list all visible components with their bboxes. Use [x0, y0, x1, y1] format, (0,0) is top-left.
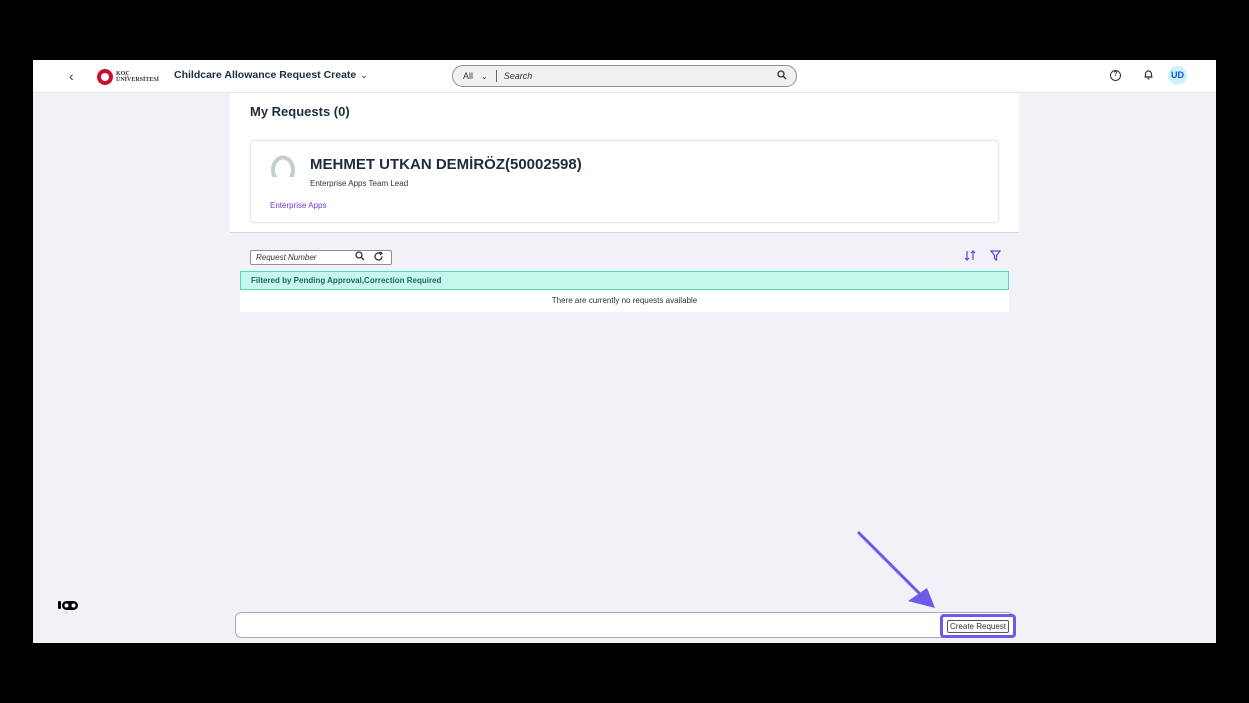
search-scope-label: All	[463, 71, 474, 81]
create-request-label: Create Request	[946, 619, 1010, 633]
search-icon[interactable]	[772, 69, 792, 83]
help-icon[interactable]: ?	[1110, 70, 1121, 81]
list-toolbar	[250, 250, 1009, 270]
employee-role: Enterprise Apps Team Lead	[310, 179, 409, 188]
employee-name: MEHMET UTKAN DEMİRÖZ(50002598)	[310, 156, 582, 173]
logo-mark-icon	[97, 69, 113, 85]
user-avatar[interactable]: UD	[1168, 66, 1187, 85]
search-scope-select[interactable]: All ⌄	[453, 71, 488, 81]
employee-department-link[interactable]: Enterprise Apps	[270, 201, 326, 210]
chevron-down-icon: ⌄	[360, 70, 368, 80]
employee-card: MEHMET UTKAN DEMİRÖZ(50002598) Enterpris…	[250, 140, 999, 223]
empty-list-message: There are currently no requests availabl…	[240, 290, 1009, 312]
logo-line2: ÜNİVERSİTESİ	[116, 77, 160, 83]
assistant-toggle-icon[interactable]	[56, 600, 80, 614]
chevron-down-icon: ⌄	[481, 71, 488, 81]
notification-bell-icon[interactable]	[1143, 69, 1154, 83]
sort-icon[interactable]	[964, 250, 976, 264]
filter-icon[interactable]	[989, 250, 1002, 264]
request-number-input[interactable]	[251, 253, 351, 262]
page-title: My Requests (0)	[250, 104, 350, 119]
search-input[interactable]	[496, 71, 772, 81]
company-logo[interactable]: KOÇ ÜNİVERSİTESİ	[97, 68, 159, 86]
refresh-icon[interactable]	[369, 250, 387, 265]
shell-bar: ‹ KOÇ ÜNİVERSİTESİ Childcare Allowance R…	[33, 60, 1216, 93]
back-button[interactable]: ‹	[69, 69, 83, 83]
request-number-search	[250, 250, 392, 265]
page-header: My Requests (0) MEHMET UTKAN DEMİRÖZ(500…	[230, 93, 1019, 233]
filter-info-bar[interactable]: Filtered by Pending Approval,Correction …	[240, 271, 1009, 290]
app-window: ‹ KOÇ ÜNİVERSİTESİ Childcare Allowance R…	[33, 60, 1216, 643]
pointer-arrow-icon	[857, 531, 935, 608]
app-title: Childcare Allowance Request Create	[174, 69, 357, 81]
create-request-button[interactable]: Create Request	[940, 614, 1016, 638]
global-search: All ⌄	[452, 65, 797, 87]
employee-avatar-icon	[270, 155, 296, 185]
search-icon[interactable]	[351, 251, 369, 264]
app-title-menu[interactable]: Childcare Allowance Request Create ⌄	[174, 69, 368, 81]
